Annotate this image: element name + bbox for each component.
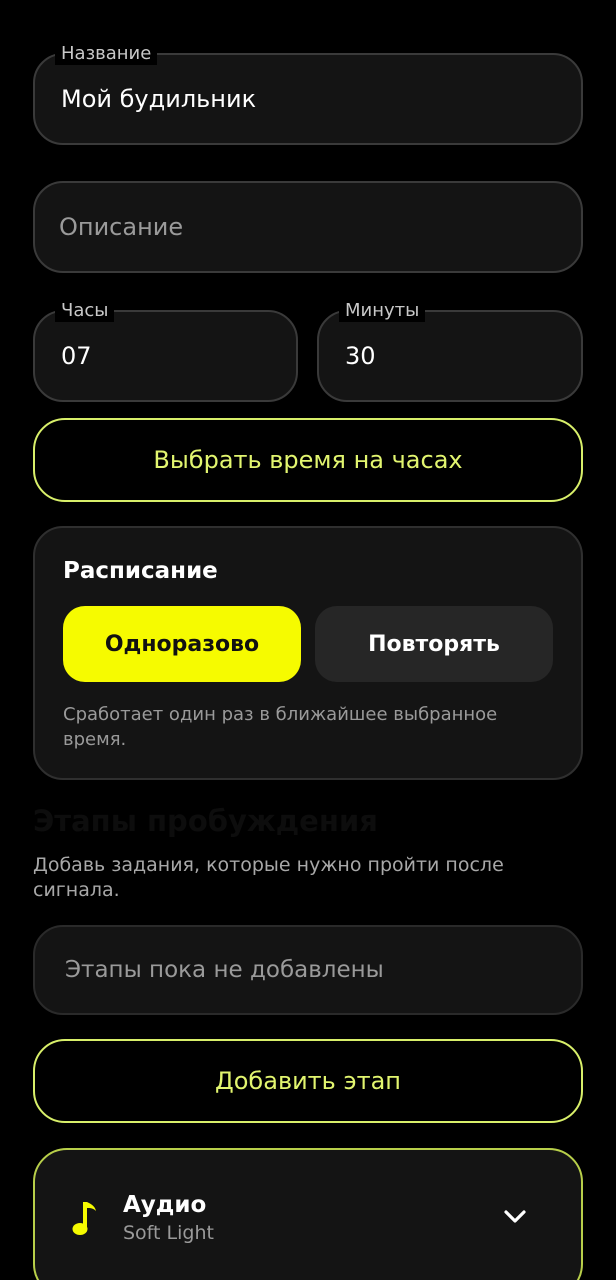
- schedule-repeat-button[interactable]: Повторять: [315, 606, 553, 682]
- schedule-card: Расписание Одноразово Повторять Сработае…: [33, 526, 583, 780]
- minutes-label: Минуты: [339, 300, 426, 322]
- description-field[interactable]: [33, 181, 583, 273]
- minutes-field[interactable]: Минуты 30: [317, 300, 583, 402]
- stages-empty-state: Этапы пока не добавлены: [33, 925, 583, 1015]
- alarm-name-field[interactable]: Название Мой будильник: [33, 43, 583, 145]
- alarm-name-label: Название: [55, 43, 158, 65]
- schedule-hint: Сработает один раз в ближайшее выбранное…: [63, 704, 498, 750]
- alarm-name-value[interactable]: Мой будильник: [61, 85, 256, 113]
- stages-heading: Этапы пробуждения: [33, 804, 378, 838]
- schedule-title: Расписание: [63, 558, 218, 584]
- hours-field[interactable]: Часы 07: [33, 300, 298, 402]
- schedule-once-button[interactable]: Одноразово: [63, 606, 301, 682]
- stages-subtitle: Добавь задания, которые нужно пройти пос…: [33, 854, 504, 901]
- hours-label: Часы: [55, 300, 115, 322]
- chevron-down-icon[interactable]: [502, 1206, 528, 1226]
- hours-value[interactable]: 07: [61, 342, 92, 370]
- minutes-value[interactable]: 30: [345, 342, 376, 370]
- description-input[interactable]: [59, 183, 559, 271]
- pick-time-on-clock-button[interactable]: Выбрать время на часах: [33, 418, 583, 502]
- audio-card[interactable]: Аудио Soft Light: [33, 1148, 583, 1280]
- music-note-icon: [72, 1202, 96, 1235]
- add-stage-button[interactable]: Добавить этап: [33, 1039, 583, 1123]
- audio-title: Аудио: [123, 1192, 207, 1218]
- stages-empty-text: Этапы пока не добавлены: [65, 957, 384, 983]
- audio-track-name: Soft Light: [123, 1222, 214, 1244]
